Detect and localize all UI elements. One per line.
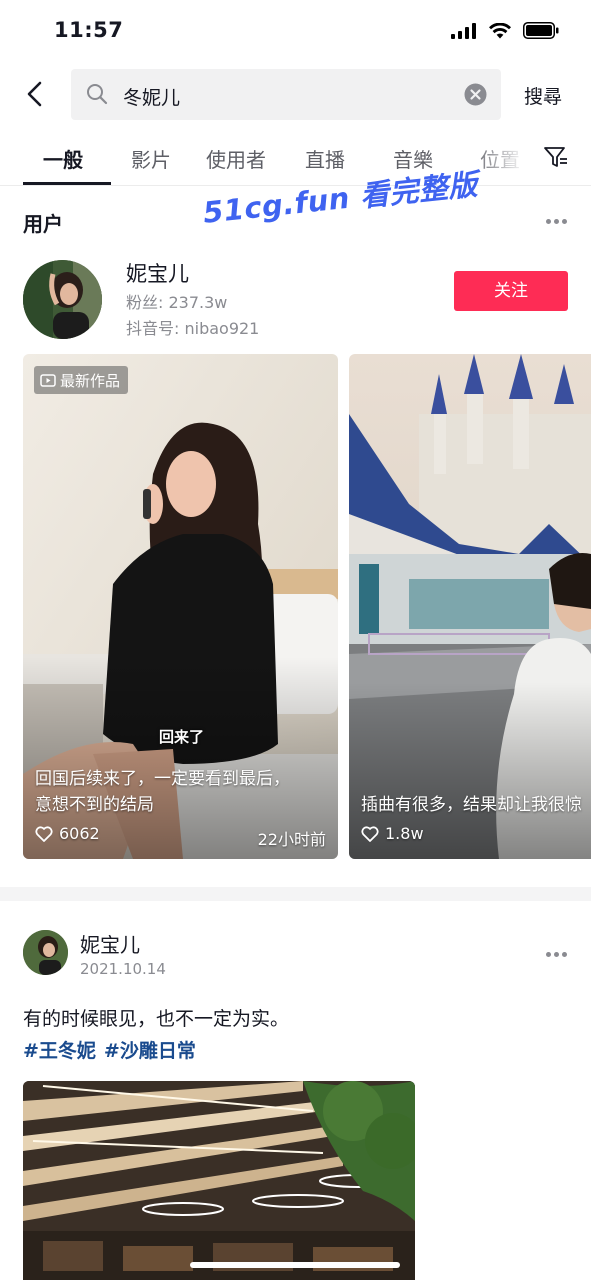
post-more-icon[interactable] — [546, 952, 568, 958]
post-video-thumbnail[interactable] — [23, 1081, 415, 1280]
follow-button[interactable]: 关注 — [454, 271, 568, 311]
video-card[interactable]: 最新作品 回来了 回国后续来了，一定要看到最后， 意想不到的结局 6062 22… — [23, 354, 338, 859]
heart-icon — [361, 825, 379, 842]
video-caption: 插曲有很多，结果却让我很惊 — [361, 795, 582, 815]
video-subtitle: 回来了 — [159, 728, 205, 746]
status-time: 11:57 — [54, 18, 124, 42]
battery-icon — [523, 22, 559, 43]
tab-users[interactable]: 使用者 — [206, 144, 266, 173]
post-hashtags: #王冬妮 #沙雕日常 — [23, 1036, 204, 1063]
search-query: 冬妮儿 — [123, 87, 181, 109]
follower-count: 粉丝: 237.3w — [126, 293, 228, 312]
like-count: 6062 — [35, 824, 100, 843]
avatar[interactable] — [23, 260, 102, 339]
post-author[interactable]: 妮宝儿 — [80, 929, 140, 958]
clear-icon[interactable] — [464, 83, 487, 110]
home-indicator — [190, 1262, 400, 1268]
tab-live[interactable]: 直播 — [305, 144, 345, 173]
section-divider — [0, 887, 591, 901]
video-thumbnail — [349, 354, 591, 859]
hashtag-link[interactable]: #王冬妮 — [23, 1040, 96, 1062]
active-tab-indicator — [23, 182, 111, 185]
wifi-icon — [489, 22, 511, 43]
status-bar: 11:57 — [0, 0, 591, 62]
heart-icon — [35, 825, 53, 842]
badge-label: 最新作品 — [60, 371, 121, 390]
search-row: 冬妮儿 搜尋 — [0, 66, 591, 122]
video-icon — [40, 374, 56, 387]
user-name[interactable]: 妮宝儿 — [126, 258, 189, 288]
douyin-id: 抖音号: nibao921 — [126, 319, 260, 338]
post-text: 有的时候眼见，也不一定为实。 — [23, 1008, 290, 1030]
hashtag-link[interactable]: #沙雕日常 — [104, 1040, 196, 1062]
post-avatar[interactable] — [23, 930, 68, 975]
search-button[interactable]: 搜尋 — [524, 82, 562, 109]
tab-general[interactable]: 一般 — [43, 144, 83, 173]
section-title-users: 用户 — [23, 212, 63, 236]
back-icon[interactable] — [20, 78, 52, 110]
search-input[interactable]: 冬妮儿 — [71, 69, 501, 120]
filter-icon[interactable] — [543, 144, 569, 174]
cellular-signal-icon — [451, 22, 477, 43]
like-count: 1.8w — [361, 824, 424, 843]
user-result[interactable]: 妮宝儿 粉丝: 237.3w 抖音号: nibao921 关注 — [0, 256, 591, 346]
video-caption: 回国后续来了，一定要看到最后， 意想不到的结局 — [35, 769, 290, 815]
search-tabs: 一般 影片 使用者 直播 音樂 位置 — [0, 130, 591, 186]
more-icon[interactable] — [546, 219, 568, 225]
tab-videos[interactable]: 影片 — [131, 144, 171, 173]
post-date: 2021.10.14 — [80, 960, 166, 978]
search-icon — [85, 82, 109, 110]
latest-work-badge: 最新作品 — [34, 366, 129, 394]
video-card[interactable]: 插曲有很多，结果却让我很惊 1.8w — [349, 354, 591, 859]
video-time: 22小时前 — [257, 830, 326, 849]
